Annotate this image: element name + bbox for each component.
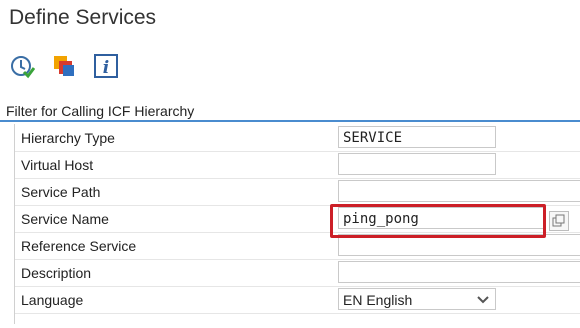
service-name-label: Service Name — [21, 211, 109, 227]
reference-service-field[interactable] — [338, 234, 580, 256]
description-field[interactable] — [338, 261, 580, 283]
chevron-down-icon — [477, 296, 489, 304]
row-virtual-host: Virtual Host — [15, 151, 580, 179]
service-path-field[interactable] — [338, 180, 580, 202]
hierarchy-type-label: Hierarchy Type — [21, 130, 115, 146]
row-description: Description — [15, 259, 580, 287]
multi-window-icon — [54, 56, 74, 76]
reference-service-label: Reference Service — [21, 238, 137, 254]
value-help-icon — [552, 214, 565, 227]
language-dropdown[interactable]: EN English — [338, 288, 496, 310]
multi-window-button[interactable] — [50, 52, 78, 80]
info-icon: i — [94, 54, 118, 78]
section-title: Filter for Calling ICF Hierarchy — [6, 103, 195, 119]
hierarchy-type-field[interactable]: SERVICE — [338, 126, 496, 148]
toolbar: i — [8, 52, 120, 80]
service-path-label: Service Path — [21, 184, 101, 200]
execute-button[interactable] — [8, 52, 36, 80]
row-language: Language EN English — [15, 286, 580, 314]
service-name-field[interactable]: ping_pong — [338, 207, 546, 229]
row-service-path: Service Path — [15, 178, 580, 206]
page-title: Define Services — [9, 6, 157, 29]
value-help-button[interactable] — [549, 211, 569, 231]
section-divider — [0, 120, 580, 122]
info-button[interactable]: i — [92, 52, 120, 80]
svg-text:i: i — [103, 58, 109, 78]
row-hierarchy-type: Hierarchy Type SERVICE — [15, 124, 580, 152]
language-label: Language — [21, 292, 84, 308]
filter-form: Hierarchy Type SERVICE Virtual Host Serv… — [14, 124, 580, 324]
language-value: EN English — [343, 292, 413, 308]
virtual-host-field[interactable] — [338, 153, 496, 175]
description-label: Description — [21, 265, 92, 281]
virtual-host-label: Virtual Host — [21, 157, 94, 173]
row-service-name: Service Name ping_pong — [15, 205, 580, 233]
row-reference-service: Reference Service — [15, 232, 580, 260]
execute-clock-icon — [11, 56, 35, 79]
